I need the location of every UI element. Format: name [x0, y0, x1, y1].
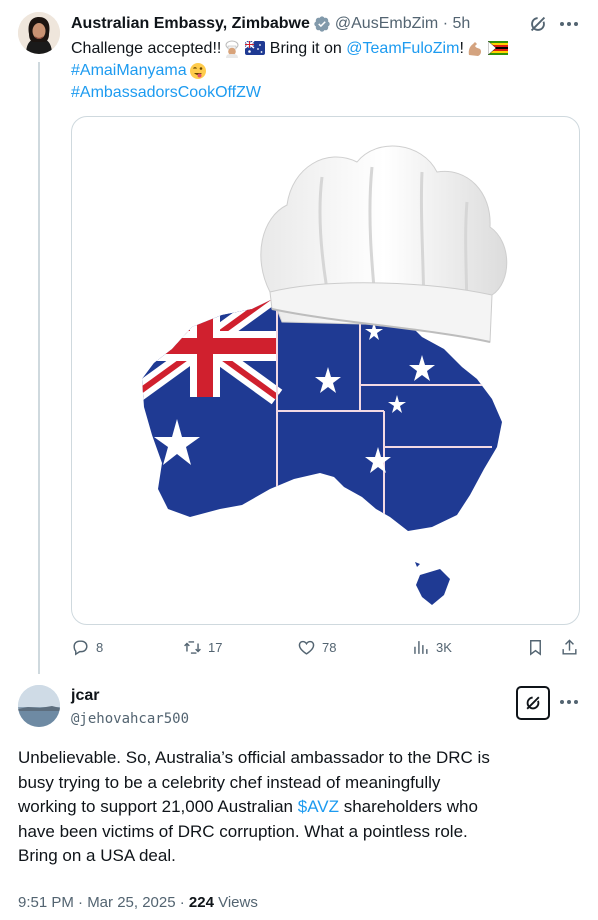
author-avatar[interactable]: [18, 12, 60, 54]
share-icon: [562, 639, 577, 655]
thread-connector-line: [38, 62, 40, 674]
zimbabwe-flag-emoji-icon: [487, 40, 508, 58]
author-handle[interactable]: @AusEmbZim: [335, 14, 438, 34]
views-count: 3K: [436, 640, 452, 655]
reply-button[interactable]: 8: [71, 638, 103, 657]
reply-text-line: Bring on a USA deal.: [18, 846, 176, 865]
grok-icon: [526, 696, 540, 710]
tweet-text: Challenge accepted!! Bring it on @TeamFu…: [71, 38, 581, 104]
reply-text-line: Unbelievable. So, Australia’s official a…: [18, 748, 490, 767]
chef-emoji-icon: [223, 40, 241, 58]
tweet-action-bar: 8 17 78 3K: [71, 638, 581, 660]
grok-button[interactable]: [516, 686, 550, 720]
like-icon: [298, 640, 315, 655]
reply-text-line: have been victims of DRC corruption. Wha…: [18, 821, 468, 841]
views-count: 224: [188, 894, 214, 911]
australia-chef-hat-illustration: [142, 145, 508, 605]
views-label: Views: [213, 894, 258, 911]
share-button[interactable]: [560, 638, 579, 657]
views-icon: [414, 641, 428, 654]
more-icon[interactable]: [557, 692, 581, 712]
more-icon[interactable]: [557, 14, 581, 34]
flexed-biceps-emoji-icon: [466, 40, 484, 58]
cashtag-link[interactable]: $AVZ: [298, 797, 339, 816]
hashtag-link[interactable]: #AmaiManyama: [71, 60, 187, 82]
repost-icon: [184, 641, 201, 654]
grok-icon[interactable]: [527, 13, 549, 35]
australia-flag-emoji-icon: [244, 40, 266, 58]
tweet-media-image[interactable]: [71, 116, 580, 625]
mention-link[interactable]: @TeamFuloZim: [346, 38, 459, 60]
like-button[interactable]: 78: [297, 638, 336, 657]
tweet-text-segment: !: [459, 40, 464, 57]
author-name[interactable]: Australian Embassy, Zimbabwe: [71, 14, 310, 34]
reply-meta: 9:51 PM · Mar 25, 2025 · 224 Views: [18, 894, 258, 911]
reply-text-line: busy trying to be a celebrity chef inste…: [18, 772, 441, 792]
winking-face-emoji-icon: [189, 62, 207, 80]
tweet-header: Australian Embassy, Zimbabwe @AusEmbZim …: [71, 14, 470, 34]
reply-timestamp[interactable]: 9:51 PM · Mar 25, 2025 ·: [18, 894, 189, 911]
hashtag-link[interactable]: #AmbassadorsCookOffZW: [71, 82, 261, 104]
reply-text-line: working to support 21,000 Australian $AV…: [18, 797, 478, 816]
tweet-text-segment: Bring it on: [269, 40, 342, 57]
like-count: 78: [322, 640, 337, 655]
reply-author-avatar[interactable]: [18, 685, 60, 727]
reply-icon: [73, 640, 88, 656]
tweet-text-segment: Challenge accepted!!: [71, 40, 222, 57]
tweet-timestamp[interactable]: · 5h: [438, 14, 471, 34]
reply-count: 8: [96, 640, 104, 655]
reply-text: Unbelievable. So, Australia’s official a…: [18, 746, 583, 869]
reply-author-name[interactable]: jcar: [71, 686, 99, 706]
bookmark-icon: [530, 640, 541, 656]
repost-count: 17: [208, 640, 223, 655]
views-button[interactable]: 3K: [411, 638, 452, 657]
reply-author-handle[interactable]: @jehovahcar500: [71, 709, 189, 729]
verified-badge-icon[interactable]: [313, 15, 331, 33]
repost-button[interactable]: 17: [183, 638, 222, 657]
bookmark-button[interactable]: [526, 638, 545, 657]
